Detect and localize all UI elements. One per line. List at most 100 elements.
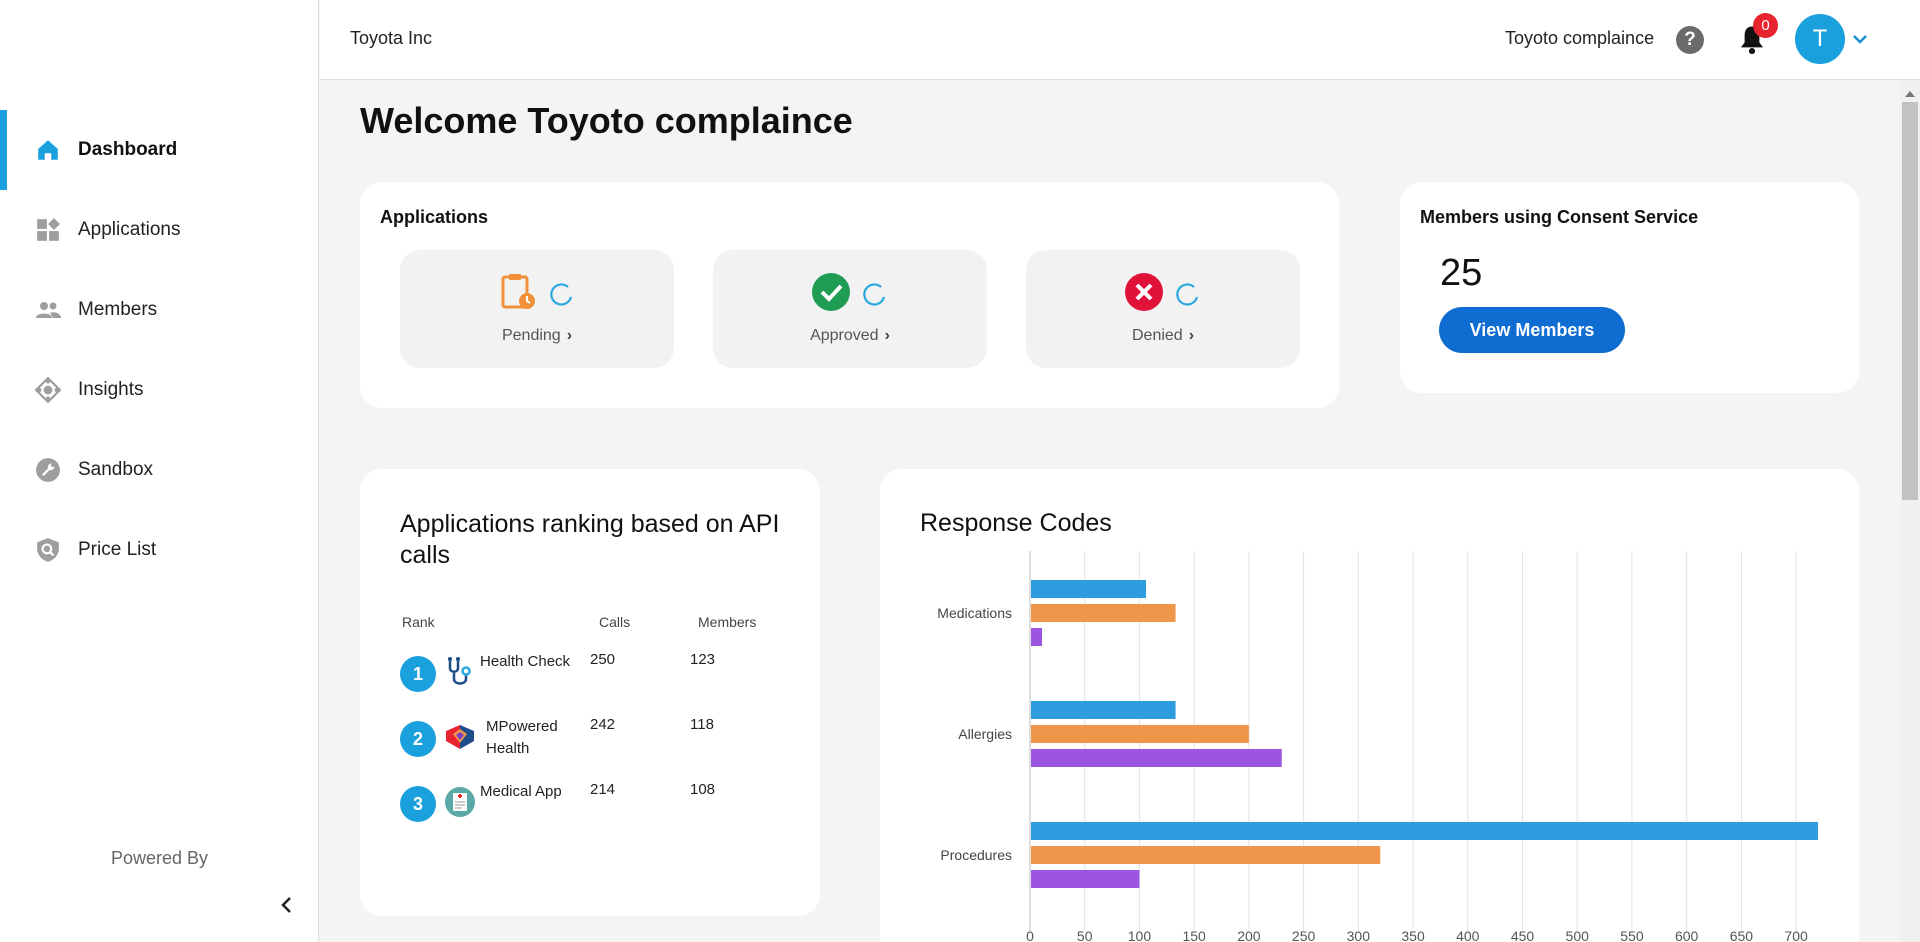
x-tick-label: 350: [1401, 928, 1425, 942]
rank-number: 3: [400, 786, 436, 822]
sidebar-item-sandbox[interactable]: Sandbox: [0, 430, 318, 510]
chart-bar[interactable]: [1031, 701, 1176, 719]
response-codes-card: Response Codes 0 50 100 150 200 250 300 350 400 4…: [880, 469, 1859, 942]
notification-count-badge: 0: [1753, 13, 1778, 38]
scroll-up-arrow-icon[interactable]: [1904, 86, 1916, 97]
page-title: Welcome Toyoto complaince: [360, 100, 853, 141]
app-name: Medical App: [480, 783, 562, 800]
denied-applications-tile[interactable]: Denied ›: [1026, 250, 1300, 368]
sidebar-item-label: Sandbox: [78, 459, 154, 480]
sidebar: Dashboard Applications Members Insights …: [0, 0, 319, 942]
chart-bar[interactable]: [1031, 604, 1176, 622]
clipboard-clock-icon: [498, 272, 538, 312]
chart-bar[interactable]: [1031, 846, 1381, 864]
sidebar-nav: Dashboard Applications Members Insights …: [0, 110, 318, 590]
help-icon[interactable]: ?: [1676, 26, 1704, 54]
sidebar-item-applications[interactable]: Applications: [0, 190, 318, 270]
insights-icon: [34, 376, 62, 404]
x-tick-label: 0: [1026, 928, 1034, 942]
wrench-icon: [34, 456, 62, 484]
x-tick-label: 300: [1347, 928, 1371, 942]
people-icon: [34, 296, 62, 324]
sidebar-item-label: Insights: [78, 379, 144, 400]
table-row[interactable]: 1 Health Check 250 123: [400, 651, 790, 711]
x-tick-label: 250: [1292, 928, 1316, 942]
organization-name: Toyota Inc: [350, 28, 433, 48]
x-tick-label: 150: [1182, 928, 1206, 942]
mpowered-logo-icon: [444, 721, 476, 753]
x-tick-label: 550: [1620, 928, 1644, 942]
pending-label: Pending: [501, 327, 561, 344]
applications-card-title: Applications: [380, 207, 489, 227]
members-column-header: Members: [698, 614, 757, 630]
user-name[interactable]: Toyoto complaince: [1505, 28, 1654, 49]
app-members: 123: [690, 651, 716, 668]
pending-applications-tile[interactable]: Pending ›: [400, 250, 674, 368]
sidebar-item-insights[interactable]: Insights: [0, 350, 318, 430]
rank-column-header: Rank: [402, 614, 435, 630]
applications-ranking-card: Applications ranking based on API calls …: [360, 469, 820, 916]
app-calls: 250: [590, 651, 616, 668]
view-members-button[interactable]: View Members: [1439, 307, 1625, 353]
chevron-down-icon[interactable]: [1851, 30, 1869, 48]
chart-bar[interactable]: [1031, 749, 1282, 767]
x-tick-label: 400: [1456, 928, 1480, 942]
x-tick-label: 650: [1730, 928, 1754, 942]
x-tick-label: 50: [1077, 928, 1093, 942]
app-calls: 214: [590, 781, 616, 798]
rank-number: 1: [400, 656, 436, 692]
sidebar-item-price-list[interactable]: Price List: [0, 510, 318, 590]
collapse-sidebar-button[interactable]: [274, 893, 298, 917]
powered-by: Powered By: [110, 848, 209, 868]
chevron-right-icon: ›: [1188, 327, 1195, 344]
ranking-card-title: Applications ranking based on API calls: [400, 510, 780, 569]
category-label: Procedures: [940, 847, 1012, 863]
x-tick-label: 500: [1566, 928, 1590, 942]
top-header: Toyota Inc Toyoto complaince ? 0 T: [320, 0, 1920, 80]
x-tick-label: 700: [1784, 928, 1808, 942]
category-label: Medications: [937, 605, 1012, 621]
table-row[interactable]: 2 MPowered Health 242 118: [400, 716, 790, 776]
x-circle-icon: [1124, 272, 1164, 312]
denied-label: Denied: [1131, 327, 1183, 344]
chart-bar[interactable]: [1031, 580, 1147, 598]
sidebar-item-dashboard[interactable]: Dashboard: [0, 110, 318, 190]
shield-search-icon: [34, 536, 62, 564]
sidebar-item-label: Price List: [78, 539, 157, 560]
response-codes-chart: 0 50 100 150 200 250 300 350 400 450 500 550 600 650 7…: [937, 551, 1818, 942]
avatar[interactable]: T: [1795, 14, 1845, 64]
category-label: Allergies: [958, 726, 1012, 742]
x-tick-label: 600: [1675, 928, 1699, 942]
loading-spinner-icon: [548, 282, 574, 308]
x-tick-label: 100: [1128, 928, 1152, 942]
calls-column-header: Calls: [599, 614, 631, 630]
sidebar-item-label: Applications: [78, 219, 181, 240]
scrollbar-thumb[interactable]: [1902, 102, 1918, 500]
widgets-icon: [34, 216, 62, 244]
app-members: 118: [690, 716, 714, 733]
members-count: 25: [1440, 252, 1483, 294]
stethoscope-icon: [444, 656, 476, 688]
chevron-right-icon: ›: [884, 327, 890, 344]
chart-bar[interactable]: [1031, 870, 1140, 888]
x-tick-label: 450: [1511, 928, 1535, 942]
sidebar-item-members[interactable]: Members: [0, 270, 318, 350]
table-row[interactable]: 3 Medical App 214 108: [400, 781, 790, 841]
chevron-left-icon: [281, 897, 291, 913]
members-card-title: Members using Consent Service: [1420, 207, 1699, 227]
chart-bar[interactable]: [1031, 822, 1818, 840]
rank-number: 2: [400, 721, 436, 757]
check-circle-icon: [811, 272, 851, 312]
sidebar-item-label: Dashboard: [78, 139, 178, 160]
applications-card: Applications Pending › Approved › Denied ›: [360, 182, 1339, 408]
chart-bar[interactable]: [1031, 628, 1043, 646]
members-consent-card: Members using Consent Service 25 View Me…: [1400, 182, 1859, 393]
x-tick-label: 200: [1237, 928, 1261, 942]
sidebar-item-label: Members: [78, 299, 158, 320]
approved-label: Approved: [810, 327, 879, 344]
approved-applications-tile[interactable]: Approved ›: [713, 250, 987, 368]
medical-app-icon: [444, 786, 476, 818]
app-calls: 242: [590, 716, 616, 733]
chart-bar[interactable]: [1031, 725, 1249, 743]
app-members: 108: [690, 781, 716, 798]
